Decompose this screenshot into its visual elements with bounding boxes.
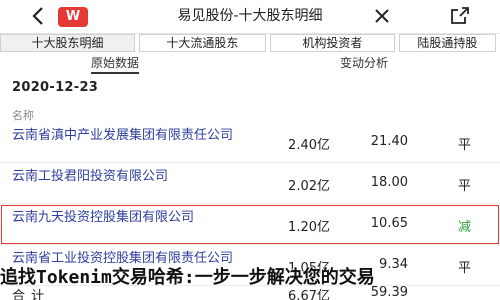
tab-hk-connect-holdings[interactable]: 陆股通持股: [398, 34, 497, 52]
holder-change: 平: [458, 138, 472, 153]
sub-tab-bar: 原始数据 变动分析: [0, 52, 500, 74]
holder-ratio: 18.00: [370, 175, 408, 190]
page-title: 易见股份-十大股东明细: [177, 8, 323, 24]
total-label: 合计: [12, 289, 51, 300]
holder-name[interactable]: 云南九天投资控股集团有限公司: [12, 210, 242, 226]
table-row-highlighted[interactable]: 云南九天投资控股集团有限公司 1.20亿 10.65 减: [0, 204, 500, 245]
holder-change: 减: [458, 220, 472, 235]
tab-bar: 十大股东明细 十大流通股东 机构投资者 陆股通持股: [0, 34, 500, 52]
holder-change: 平: [458, 179, 472, 194]
tab-institutional-investors[interactable]: 机构投资者: [269, 34, 395, 52]
table-total-row: 合计 6.67亿 59.39: [0, 285, 500, 300]
table-row[interactable]: 云南工投君阳投资有限公司 2.02亿 18.00 平: [0, 163, 500, 204]
subtab-change-analysis[interactable]: 变动分析: [340, 54, 388, 71]
holder-name[interactable]: 云南省滇中产业发展集团有限责任公司: [12, 128, 242, 144]
title-bar: W 易见股份-十大股东明细: [0, 0, 500, 34]
holder-ratio: 10.65: [370, 216, 408, 231]
column-header-name: 名称: [12, 109, 34, 122]
tab-top10-holders[interactable]: 十大股东明细: [0, 34, 135, 52]
holder-shares: 2.40亿: [288, 138, 330, 153]
holder-shares: 2.02亿: [288, 179, 330, 194]
tab-top10-float-holders[interactable]: 十大流通股东: [138, 34, 266, 52]
report-date: 2020-12-23: [12, 80, 99, 95]
subtab-raw-data[interactable]: 原始数据: [91, 54, 140, 74]
holder-name[interactable]: 云南工投君阳投资有限公司: [12, 169, 242, 185]
overlay-caption: 追找Tokenim交易哈希:一步一步解决您的交易: [0, 267, 375, 287]
holder-ratio: 21.40: [370, 134, 408, 149]
holders-table: 云南省滇中产业发展集团有限责任公司 2.40亿 21.40 平 云南工投君阳投资…: [0, 122, 500, 286]
total-shares: 6.67亿: [288, 289, 330, 300]
total-ratio: 59.39: [370, 285, 408, 300]
share-icon[interactable]: [448, 6, 472, 26]
close-icon[interactable]: [372, 6, 392, 26]
table-row[interactable]: 云南省滇中产业发展集团有限责任公司 2.40亿 21.40 平: [0, 122, 500, 163]
holder-shares: 1.20亿: [288, 220, 330, 235]
